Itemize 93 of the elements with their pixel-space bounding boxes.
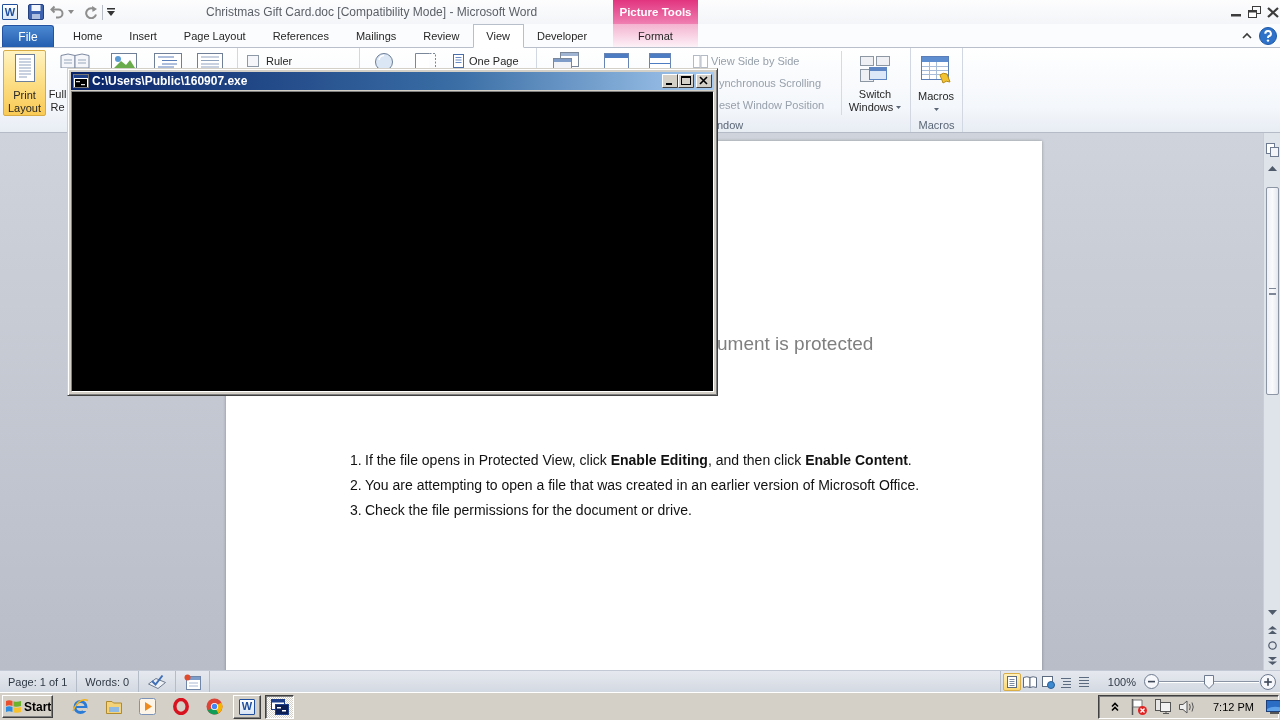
- minimize-button[interactable]: [662, 74, 678, 88]
- windows-stack-icon[interactable]: [552, 52, 580, 68]
- ribbon-tab[interactable]: Review: [409, 24, 473, 47]
- switch-windows-button[interactable]: Switch Windows: [845, 50, 905, 116]
- previous-page-icon[interactable]: [1267, 626, 1277, 634]
- app-logo[interactable]: W: [2, 4, 18, 20]
- next-page-icon[interactable]: [1267, 657, 1277, 665]
- caret-icon: [896, 106, 902, 109]
- split-window-icon[interactable]: [648, 52, 672, 68]
- window-icon[interactable]: [603, 52, 630, 68]
- zoom-slider-thumb[interactable]: [1204, 674, 1214, 689]
- chevron-icon[interactable]: [1111, 701, 1119, 712]
- full-reading-button[interactable]: Full Re: [48, 88, 67, 114]
- macros-button[interactable]: Macros: [913, 50, 959, 116]
- ribbon-tab[interactable]: View: [472, 24, 524, 48]
- scrollbar-thumb[interactable]: [1265, 187, 1279, 395]
- outline-page-icon[interactable]: [153, 52, 183, 68]
- zoom-level[interactable]: 100%: [1107, 675, 1136, 688]
- caret-icon[interactable]: [68, 10, 74, 14]
- list-text: If the file opens in Protected View, click Enable Editing, and then click Enable Content.: [365, 451, 912, 468]
- speaker-icon[interactable]: [1178, 698, 1197, 715]
- console-icon: [270, 698, 289, 715]
- ring-icon[interactable]: [173, 698, 189, 715]
- contextual-tab-header: Picture Tools: [613, 0, 698, 24]
- clock-time[interactable]: 7:12 PM: [1213, 700, 1254, 713]
- desktop-icon[interactable]: [1265, 699, 1280, 714]
- list-text: Check the file permissions for the document or drive.: [365, 501, 692, 518]
- list-number: 1.: [350, 451, 363, 468]
- customize-menu-icon[interactable]: [107, 7, 115, 17]
- print-layout-button[interactable]: [1002, 672, 1021, 691]
- page-icon: [1004, 674, 1019, 689]
- caret-icon: [933, 108, 939, 111]
- restore-icon[interactable]: [1248, 6, 1261, 18]
- group-label: Macros: [918, 118, 955, 131]
- ribbon-tab[interactable]: Page Layout: [170, 24, 260, 47]
- page-icon: [12, 54, 37, 82]
- windows-flag-icon: [5, 699, 22, 714]
- help-icon[interactable]: [1259, 26, 1277, 45]
- undo-icon[interactable]: [50, 5, 64, 19]
- ribbon-tab[interactable]: Insert: [115, 24, 171, 47]
- document-heading: ument is protected: [717, 333, 874, 355]
- zoom-in-icon[interactable]: [1260, 673, 1276, 690]
- window-title: C:\Users\Public\160907.exe: [92, 74, 248, 88]
- console-title-bar[interactable]: C:\Users\Public\160907.exe: [71, 72, 714, 90]
- redo-icon[interactable]: [84, 5, 98, 19]
- collapse-ribbon-icon[interactable]: [1242, 32, 1252, 39]
- start-button[interactable]: Start: [2, 695, 53, 718]
- close-icon[interactable]: [1267, 6, 1279, 18]
- ribbon-tab[interactable]: Home: [59, 24, 116, 47]
- one-page-button[interactable]: One Page: [451, 54, 519, 68]
- book-icon[interactable]: [60, 52, 90, 68]
- maximize-button[interactable]: [678, 74, 694, 88]
- page-icon: [451, 54, 465, 68]
- list-number: 3.: [350, 501, 363, 518]
- window-title: Christmas Gift Card.doc [Compatibility Mode] - Microsoft Word: [206, 5, 538, 19]
- macro-sheet-icon: [921, 56, 951, 84]
- side-by-side-icon: [693, 54, 708, 68]
- ribbon-tab[interactable]: Developer: [523, 24, 601, 47]
- book-icon: [1022, 674, 1037, 689]
- list-text: You are attempting to open a file that was created in an earlier version of Microsoft Office.: [365, 476, 920, 493]
- page-icon[interactable]: [414, 52, 437, 68]
- web-page-icon[interactable]: [110, 52, 138, 68]
- zoom-out-icon[interactable]: [1144, 674, 1159, 689]
- taskbar-button[interactable]: [265, 694, 294, 719]
- scroll-up-icon[interactable]: [1267, 166, 1277, 171]
- flag-icon[interactable]: [1130, 697, 1148, 716]
- windows-tiles-icon: [860, 56, 890, 82]
- round-logo-icon[interactable]: [206, 698, 223, 715]
- browse-object-icon[interactable]: [1267, 641, 1277, 650]
- ribbon-tab[interactable]: Format: [613, 24, 698, 47]
- print-layout-button[interactable]: Print Layout: [3, 50, 46, 116]
- proofing-check-icon[interactable]: [147, 673, 168, 690]
- save-icon[interactable]: [28, 4, 44, 20]
- scroll-down-icon[interactable]: [1267, 610, 1277, 615]
- ruler-toggle-icon[interactable]: [1265, 143, 1279, 157]
- taskbar-button[interactable]: W: [233, 694, 261, 719]
- ribbon-tab[interactable]: Mailings: [342, 24, 410, 47]
- media-player-icon[interactable]: [139, 698, 156, 715]
- network-icon[interactable]: [1154, 697, 1172, 716]
- close-button[interactable]: [696, 74, 712, 88]
- list-number: 2.: [350, 476, 363, 493]
- app-logo: W: [239, 698, 255, 715]
- ruler-checkbox[interactable]: Ruler: [247, 55, 293, 67]
- browser-icon[interactable]: [72, 698, 89, 715]
- draft-page-icon[interactable]: [196, 52, 224, 68]
- console-icon[interactable]: [73, 74, 89, 88]
- lines-icon: [1076, 674, 1091, 689]
- ribbon-tab[interactable]: File: [2, 25, 54, 47]
- macro-record-icon[interactable]: [184, 673, 202, 690]
- globe-page-icon: [1040, 674, 1055, 689]
- group-label: ndow: [717, 118, 744, 131]
- ribbon-tab[interactable]: References: [259, 24, 343, 47]
- magnifier-icon[interactable]: [374, 52, 394, 68]
